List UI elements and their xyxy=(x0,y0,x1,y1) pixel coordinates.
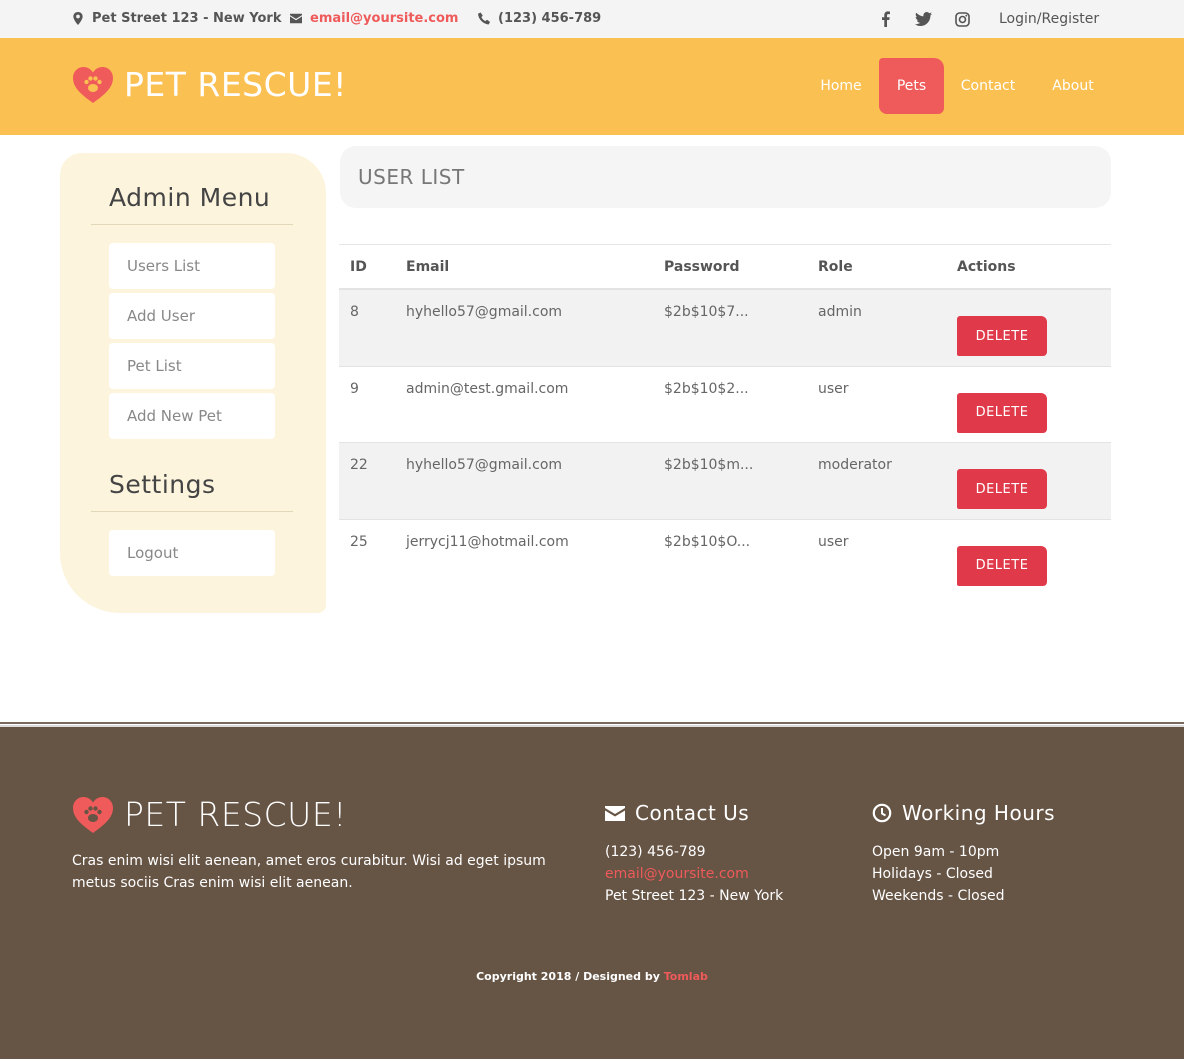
footer-address: Pet Street 123 - New York xyxy=(605,888,784,904)
cell-email: jerrycj11@hotmail.com xyxy=(406,533,569,550)
footer-logo[interactable]: PET RESCUE! xyxy=(72,795,347,834)
cell-role: user xyxy=(818,380,849,397)
nav-home[interactable]: Home xyxy=(812,58,870,114)
table-row: 22 hyhello57@gmail.com $2b$10$m... moder… xyxy=(339,443,1111,520)
sidebar-item-pet-list[interactable]: Pet List xyxy=(109,343,275,389)
cell-id: 22 xyxy=(350,457,368,473)
brand-name: PET RESCUE! xyxy=(124,65,347,104)
cell-role: moderator xyxy=(818,457,892,473)
cell-email: hyhello57@gmail.com xyxy=(406,304,563,320)
column-header-actions: Actions xyxy=(957,259,1016,275)
nav-pets[interactable]: Pets xyxy=(879,58,944,114)
top-info-bar: Pet Street 123 - New York email@yoursite… xyxy=(0,0,1184,38)
footer-email-link[interactable]: email@yoursite.com xyxy=(605,866,749,882)
settings-title: Settings xyxy=(109,470,216,499)
page-title: USER LIST xyxy=(358,165,465,189)
cell-role: admin xyxy=(818,304,862,320)
heart-paw-icon xyxy=(73,796,113,833)
table-row: 9 admin@test.gmail.com $2b$10$2... user … xyxy=(339,367,1111,443)
email-link[interactable]: email@yoursite.com xyxy=(310,11,458,26)
page-title-box: USER LIST xyxy=(340,146,1111,208)
sidebar-item-add-user[interactable]: Add User xyxy=(109,293,275,339)
footer-divider xyxy=(0,722,1184,724)
envelope-icon xyxy=(290,13,302,24)
phone-icon xyxy=(478,12,490,25)
column-header-password: Password xyxy=(664,259,740,275)
phone-info: (123) 456-789 xyxy=(478,11,601,26)
contact-us-title: Contact Us xyxy=(635,801,750,825)
delete-button[interactable]: DELETE xyxy=(957,316,1047,356)
sidebar-item-add-new-pet[interactable]: Add New Pet xyxy=(109,393,275,439)
table-row: 8 hyhello57@gmail.com $2b$10$7... admin … xyxy=(339,290,1111,367)
cell-email: hyhello57@gmail.com xyxy=(406,457,563,473)
clock-icon xyxy=(872,803,892,823)
working-hours-title: Working Hours xyxy=(902,801,1056,825)
hours-line: Open 9am - 10pm xyxy=(872,844,1000,860)
hours-line: Holidays - Closed xyxy=(872,866,993,882)
cell-id: 9 xyxy=(350,380,359,397)
nav-about[interactable]: About xyxy=(1044,58,1102,114)
column-header-id: ID xyxy=(350,259,367,275)
sidebar-item-users-list[interactable]: Users List xyxy=(109,243,275,289)
main-header: PET RESCUE! Home Pets Contact About xyxy=(0,38,1184,135)
copyright-text: Copyright 2018 / Designed by xyxy=(476,970,660,983)
nav-contact[interactable]: Contact xyxy=(952,58,1024,114)
working-hours-heading: Working Hours xyxy=(872,801,1055,825)
delete-button[interactable]: DELETE xyxy=(957,469,1047,509)
footer-brand-name: PET RESCUE! xyxy=(124,795,347,834)
email-info[interactable]: email@yoursite.com xyxy=(290,11,458,26)
table-header: ID Email Password Role Actions xyxy=(339,244,1111,290)
copyright: Copyright 2018 / Designed by Tomlab xyxy=(0,970,1184,983)
heart-paw-icon xyxy=(73,66,113,103)
contact-us-heading: Contact Us xyxy=(605,801,749,825)
cell-password: $2b$10$O... xyxy=(664,533,751,550)
address-info: Pet Street 123 - New York xyxy=(72,11,281,26)
login-register-link[interactable]: Login/Register xyxy=(999,11,1099,27)
phone-text: (123) 456-789 xyxy=(498,11,602,26)
cell-id: 8 xyxy=(350,304,359,320)
address-text: Pet Street 123 - New York xyxy=(92,11,282,26)
site-footer: PET RESCUE! Cras enim wisi elit aenean, … xyxy=(0,727,1184,1059)
sidebar-item-logout[interactable]: Logout xyxy=(109,530,275,576)
cell-role: user xyxy=(818,533,849,550)
column-header-role: Role xyxy=(818,259,853,275)
cell-password: $2b$10$2... xyxy=(664,380,749,397)
footer-phone: (123) 456-789 xyxy=(605,844,706,860)
admin-menu-title: Admin Menu xyxy=(109,183,271,212)
designer-link[interactable]: Tomlab xyxy=(664,970,708,983)
envelope-icon xyxy=(605,805,625,821)
hours-line: Weekends - Closed xyxy=(872,888,1005,904)
site-logo[interactable]: PET RESCUE! xyxy=(72,65,347,104)
cell-password: $2b$10$m... xyxy=(664,457,754,473)
column-header-email: Email xyxy=(406,259,450,275)
instagram-icon[interactable] xyxy=(953,10,971,28)
cell-email: admin@test.gmail.com xyxy=(406,380,569,397)
admin-sidebar: Admin Menu Users List Add User Pet List … xyxy=(60,153,326,613)
cell-id: 25 xyxy=(350,533,368,550)
cell-password: $2b$10$7... xyxy=(664,304,749,320)
table-row: 25 jerrycj11@hotmail.com $2b$10$O... use… xyxy=(339,520,1111,597)
footer-about-text: Cras enim wisi elit aenean, amet eros cu… xyxy=(72,853,546,891)
user-table: ID Email Password Role Actions 8 hyhello… xyxy=(339,244,1111,596)
divider xyxy=(91,224,293,225)
map-marker-icon xyxy=(73,12,83,25)
facebook-icon[interactable] xyxy=(876,10,894,28)
delete-button[interactable]: DELETE xyxy=(957,545,1047,586)
delete-button[interactable]: DELETE xyxy=(957,392,1047,433)
divider xyxy=(91,511,293,512)
twitter-icon[interactable] xyxy=(914,10,932,28)
